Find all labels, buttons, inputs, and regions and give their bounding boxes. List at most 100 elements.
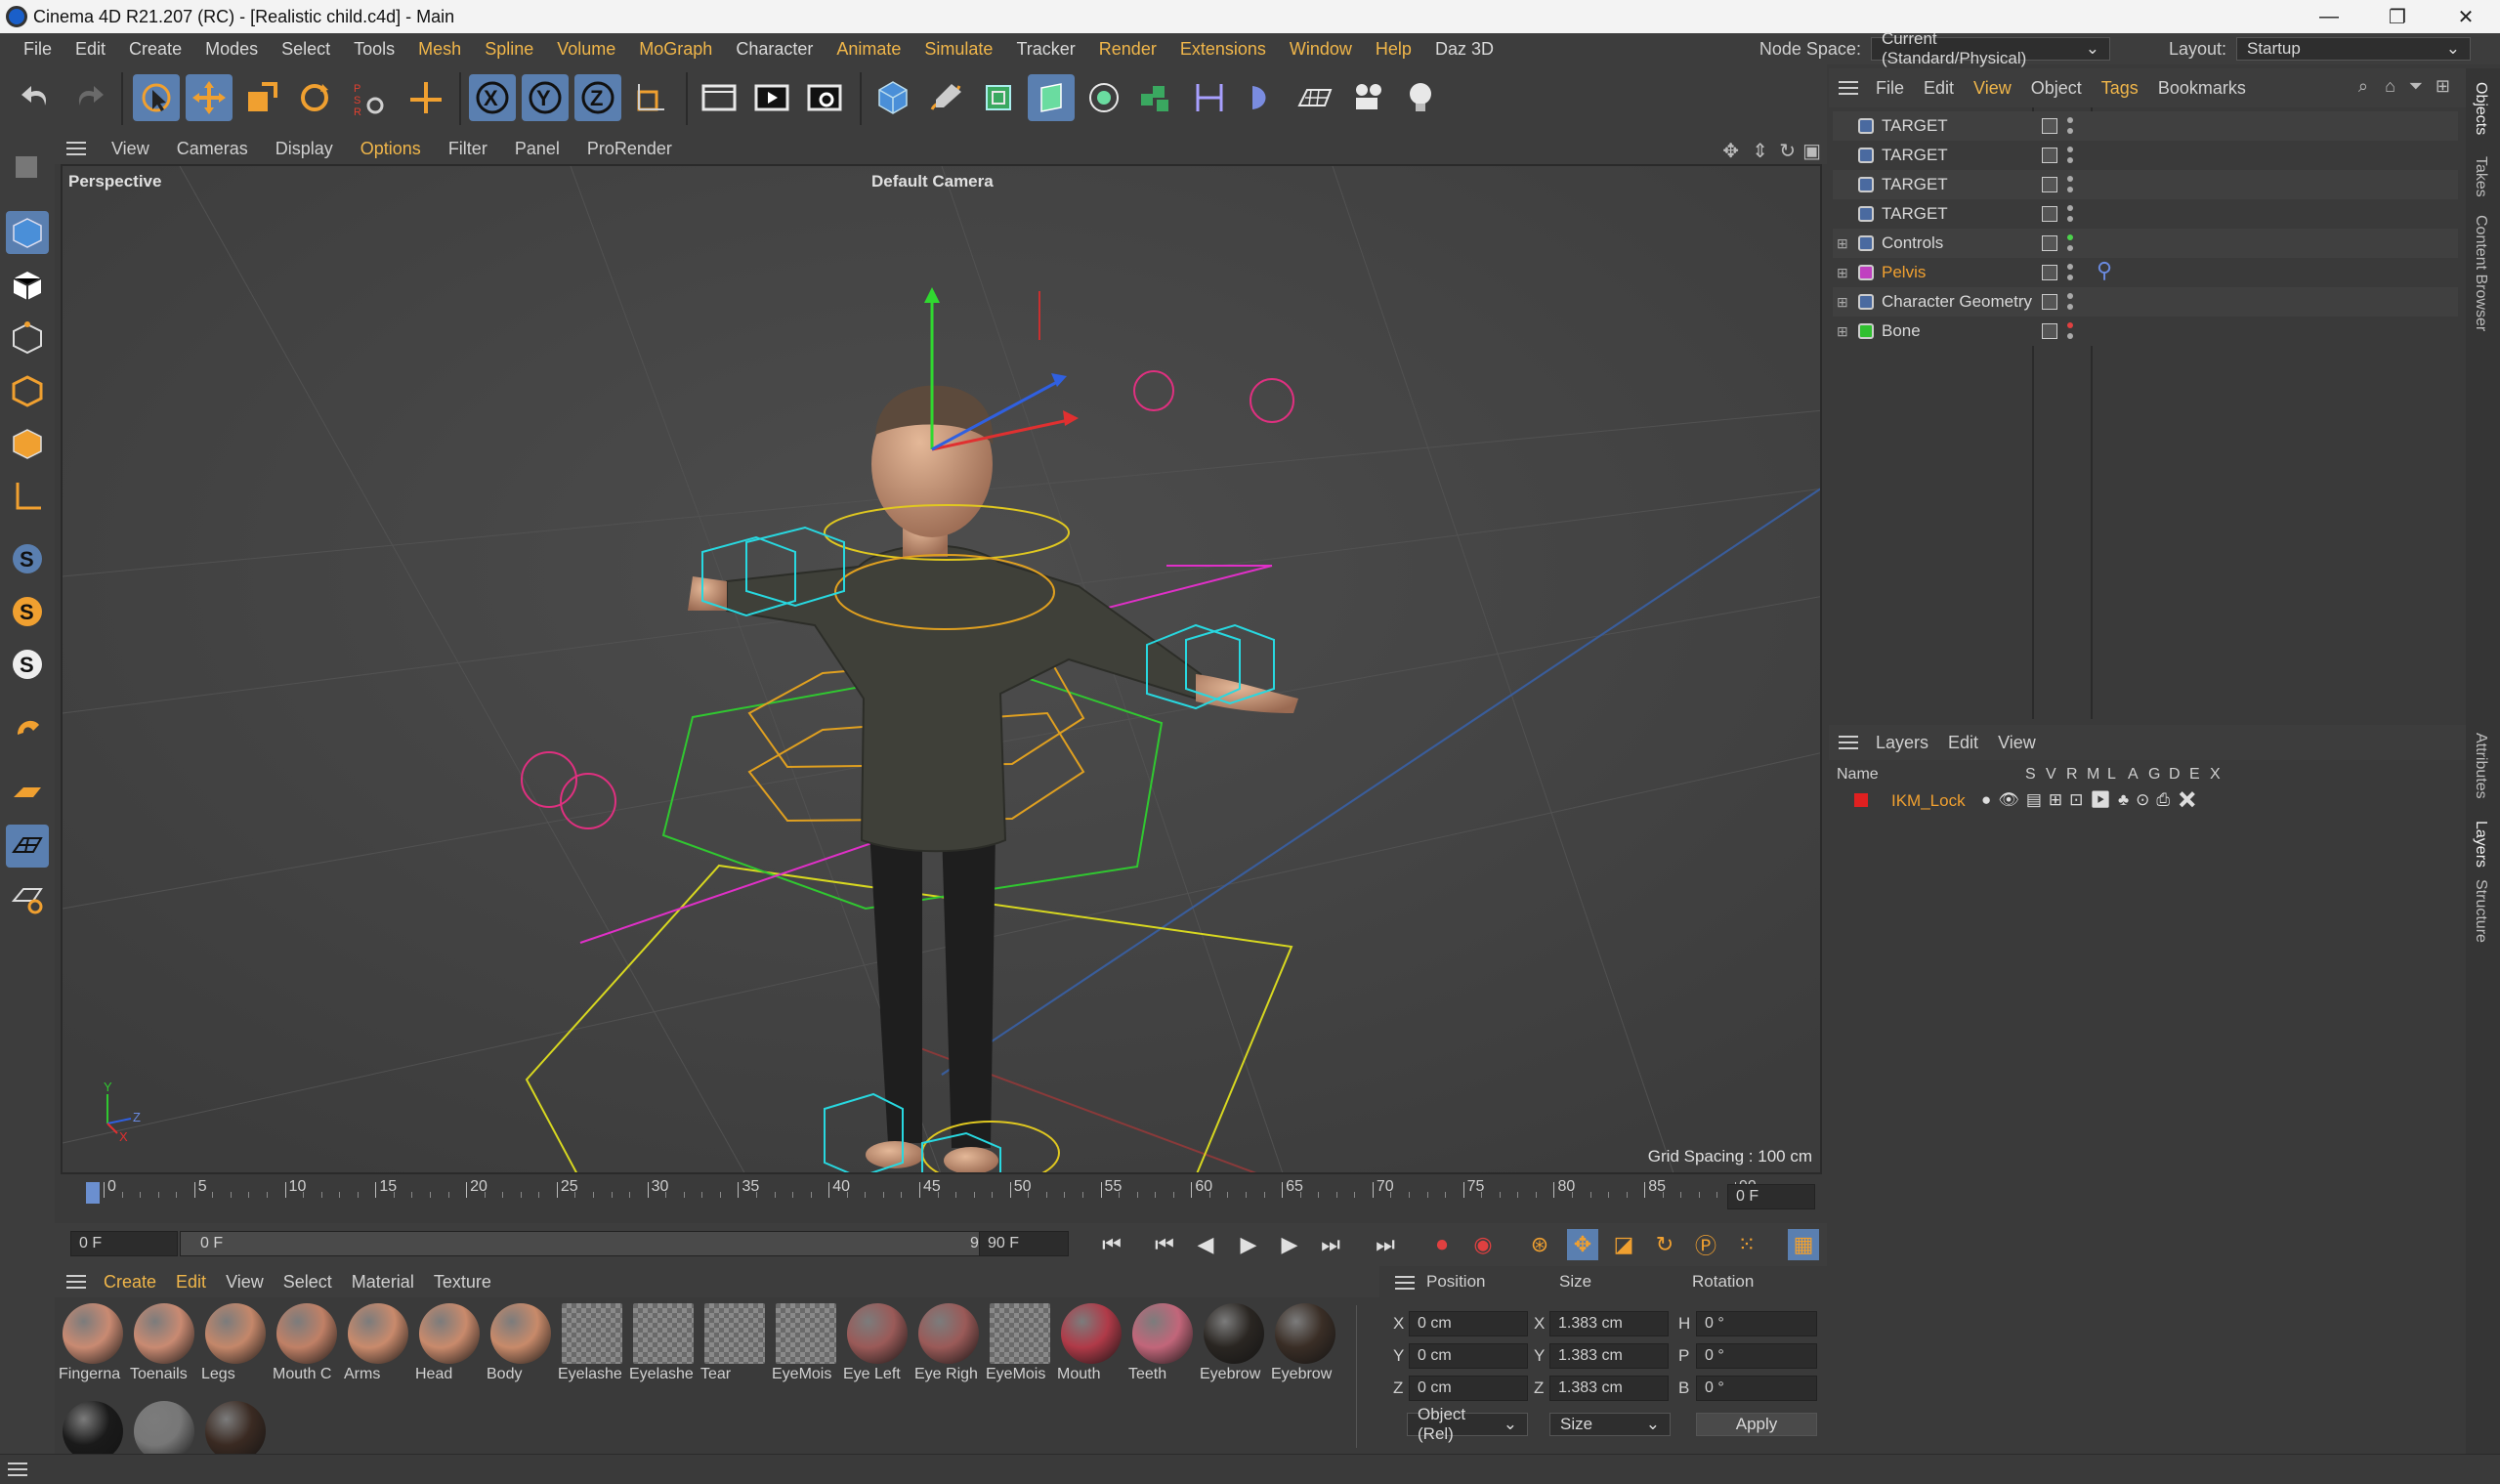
tab-attributes[interactable]: Attributes [2472, 733, 2489, 799]
viewport-menu-cameras[interactable]: Cameras [163, 139, 262, 159]
edit-visibility-icon[interactable] [2042, 148, 2057, 163]
next-key-icon[interactable]: ⏭ [1315, 1229, 1346, 1260]
viewport-menu-options[interactable]: Options [347, 139, 435, 159]
keyframe-selection-icon[interactable]: ⊛ [1524, 1229, 1555, 1260]
cube-icon[interactable] [869, 74, 916, 121]
tab-structure[interactable]: Structure [2472, 879, 2489, 943]
viewport-camera-label[interactable]: Default Camera [871, 172, 994, 191]
edit-visibility-icon[interactable] [2042, 294, 2057, 310]
hamburger-icon[interactable] [1395, 1276, 1415, 1290]
camera-icon[interactable] [1344, 74, 1391, 121]
viewport-perspective[interactable]: Perspective Default Camera Grid Spacing … [61, 164, 1822, 1174]
expand-icon[interactable]: ⊞ [1837, 323, 1848, 340]
apply-button[interactable]: Apply [1696, 1413, 1817, 1436]
search-icon[interactable]: ⌕ [2358, 76, 2368, 97]
render-visibility-dot[interactable] [2067, 157, 2073, 163]
viewport-menu-display[interactable]: Display [262, 139, 347, 159]
live-selection-icon[interactable] [133, 74, 180, 121]
texture-mode-icon[interactable] [6, 264, 49, 307]
x-axis-icon[interactable]: X [469, 74, 516, 121]
pan-view-icon[interactable]: ✥ [1722, 139, 1739, 163]
magnet-icon[interactable] [6, 707, 49, 750]
menu-mesh[interactable]: Mesh [406, 39, 473, 60]
end-frame-field[interactable]: 90 F [979, 1231, 1069, 1256]
menu-daz3d[interactable]: Daz 3D [1423, 39, 1505, 60]
add-axis-icon[interactable] [403, 74, 449, 121]
record-icon[interactable]: ⏺ [1426, 1229, 1458, 1260]
move-icon[interactable] [186, 74, 233, 121]
timeline-layout-icon[interactable]: ▦ [1788, 1229, 1819, 1260]
layer-column-header[interactable]: R [2066, 766, 2078, 784]
object-menu-file[interactable]: File [1866, 78, 1914, 99]
edit-visibility-icon[interactable] [2042, 235, 2057, 251]
material-menu-edit[interactable]: Edit [166, 1272, 216, 1293]
tab-takes[interactable]: Takes [2472, 156, 2489, 197]
material-swatch[interactable]: Eyebrow [1271, 1299, 1339, 1389]
previous-key-icon[interactable]: ⏮ [1149, 1229, 1180, 1260]
position-field[interactable]: 0 cm [1409, 1311, 1528, 1336]
node-space-dropdown[interactable]: Current (Standard/Physical) ⌄ [1870, 29, 2110, 67]
render-visibility-dot[interactable] [2067, 187, 2073, 192]
polygons-mode-icon[interactable] [6, 422, 49, 465]
playhead[interactable] [86, 1182, 100, 1204]
object-row[interactable]: TARGET [1833, 111, 2458, 141]
size-field[interactable]: 1.383 cm [1549, 1376, 1669, 1401]
range-slider[interactable]: 0 F 90 F [180, 1231, 1010, 1256]
tab-content-browser[interactable]: Content Browser [2472, 215, 2489, 331]
size-mode-dropdown[interactable]: Size ⌄ [1549, 1413, 1671, 1436]
object-row[interactable]: ⊞ Pelvis [1833, 258, 2458, 287]
hamburger-icon[interactable] [66, 142, 86, 155]
editor-visibility-dot[interactable] [2067, 293, 2073, 299]
menu-help[interactable]: Help [1364, 39, 1423, 60]
expand-icon[interactable]: ⊞ [1837, 294, 1848, 311]
home-icon[interactable]: ⌂ [2385, 76, 2395, 97]
render-visibility-dot[interactable] [2067, 216, 2073, 222]
layer-column-header[interactable]: E [2189, 766, 2200, 784]
menu-modes[interactable]: Modes [193, 39, 270, 60]
menu-spline[interactable]: Spline [473, 39, 545, 60]
maximize-button[interactable]: ❐ [2363, 0, 2432, 33]
layer-menu-view[interactable]: View [1988, 733, 2046, 753]
object-menu-view[interactable]: View [1964, 78, 2021, 99]
material-swatch[interactable]: Eye Left [843, 1299, 911, 1389]
rotation-field[interactable]: 0 ° [1696, 1376, 1817, 1401]
menu-edit[interactable]: Edit [64, 39, 117, 60]
rotate-icon[interactable] [291, 74, 338, 121]
layer-column-header[interactable]: S [2025, 766, 2036, 784]
material-swatch[interactable]: Eye Righ [914, 1299, 983, 1389]
snap-enable-icon[interactable]: S [6, 537, 49, 580]
z-axis-icon[interactable]: Z [574, 74, 621, 121]
model-mode-icon[interactable] [6, 211, 49, 254]
scene-icon[interactable] [1239, 74, 1286, 121]
material-swatch[interactable]: Legs [201, 1299, 270, 1389]
material-menu-create[interactable]: Create [94, 1272, 166, 1293]
menu-simulate[interactable]: Simulate [912, 39, 1004, 60]
points-mode-icon[interactable] [6, 317, 49, 360]
field-icon[interactable] [1186, 74, 1233, 121]
redo-icon[interactable] [64, 74, 111, 121]
material-swatch[interactable]: Eyelashe [558, 1299, 626, 1389]
undo-icon[interactable] [14, 74, 61, 121]
material-swatch[interactable]: Eyebrow [1200, 1299, 1268, 1389]
coord-mode-dropdown[interactable]: Object (Rel) ⌄ [1407, 1405, 1528, 1443]
goto-end-icon[interactable]: ⏭ [1370, 1229, 1401, 1260]
extrude-icon[interactable] [1028, 74, 1075, 121]
tab-objects[interactable]: Objects [2472, 82, 2489, 135]
locked-workplane-icon[interactable] [6, 877, 49, 920]
y-axis-icon[interactable]: Y [522, 74, 569, 121]
edit-visibility-icon[interactable] [2042, 206, 2057, 222]
viewport-menu-panel[interactable]: Panel [501, 139, 573, 159]
material-swatch[interactable]: Fingerna [59, 1299, 127, 1389]
material-swatch[interactable]: Toenails [130, 1299, 198, 1389]
edit-visibility-icon[interactable] [2042, 265, 2057, 280]
zoom-view-icon[interactable]: ⇕ [1752, 139, 1768, 163]
render-visibility-dot[interactable] [2067, 128, 2073, 134]
render-visibility-dot[interactable] [2067, 304, 2073, 310]
tab-layers[interactable]: Layers [2472, 821, 2489, 868]
cloner-icon[interactable] [1081, 74, 1127, 121]
minimize-button[interactable]: — [2295, 0, 2363, 33]
expand-icon[interactable]: ⊞ [1837, 265, 1848, 281]
material-swatch[interactable]: Arms [344, 1299, 412, 1389]
previous-frame-icon[interactable]: ◀ [1190, 1229, 1221, 1260]
material-swatch[interactable]: Head [415, 1299, 484, 1389]
